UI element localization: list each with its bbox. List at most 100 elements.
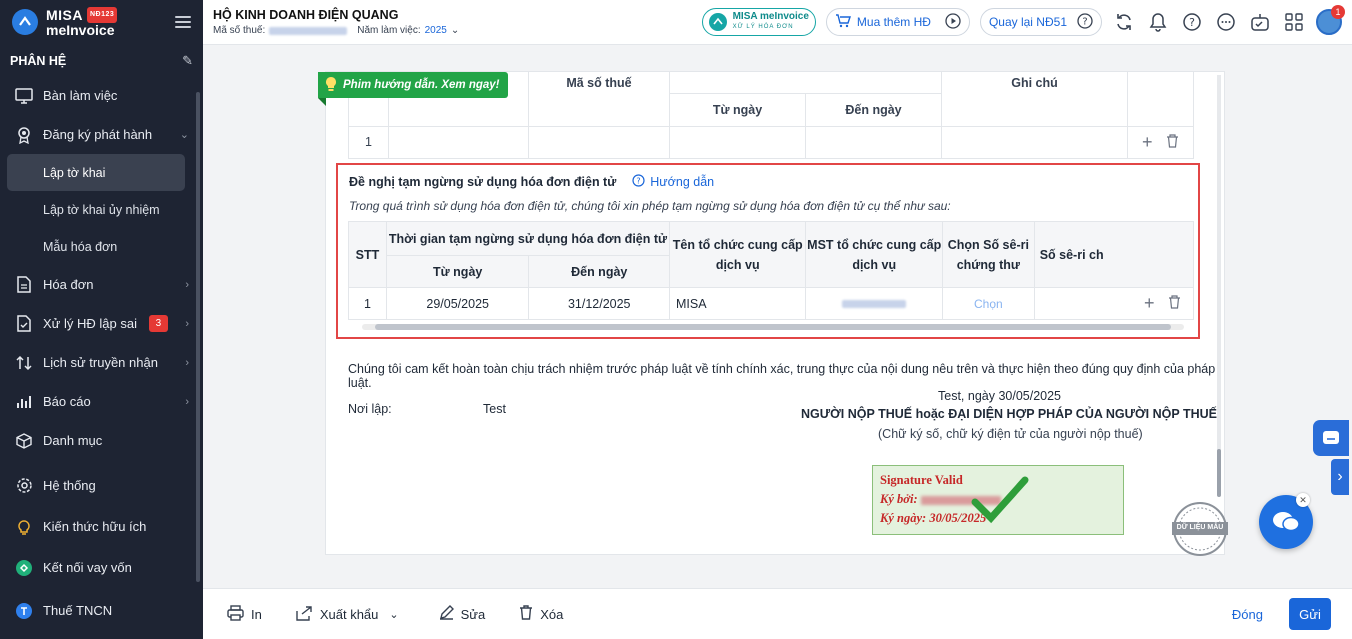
sidebar-item-label: Hệ thống: [43, 478, 96, 493]
signer-note: (Chữ ký số, chữ ký điện tử của người nộp…: [878, 427, 1143, 441]
delete-button[interactable]: Xóa: [519, 605, 563, 623]
sidebar-subitem-invoice-template[interactable]: Mẫu hóa đơn: [0, 228, 203, 265]
guide-link[interactable]: ? Hướng dẫn: [632, 174, 714, 190]
choose-serial-link[interactable]: Chọn: [974, 297, 1003, 311]
sidebar-item-transfer-history[interactable]: Lịch sử truyền nhận ›: [0, 343, 203, 382]
sidebar-item-label: Thuế TNCN: [43, 603, 113, 618]
year-select[interactable]: 2025: [425, 25, 447, 36]
help-icon[interactable]: ?: [1180, 10, 1204, 34]
count-badge: 3: [148, 315, 168, 332]
sidebar-item-registration[interactable]: Đăng ký phát hành ⌄: [0, 115, 203, 154]
declaration-form: Phim hướng dẫn. Xem ngay! Mã số thuế Ghi…: [318, 71, 1225, 555]
chevron-down-icon[interactable]: ⌄: [451, 25, 459, 36]
back-nd51-button[interactable]: Quay lại NĐ51 ?: [979, 8, 1102, 36]
video-guide-tag[interactable]: Phim hướng dẫn. Xem ngay!: [318, 72, 508, 106]
apps-grid-icon[interactable]: [1282, 10, 1306, 34]
signed-date-label: Ký ngày:: [880, 511, 927, 525]
sidebar-item-label: Kiến thức hữu ích: [43, 519, 147, 534]
trash-icon: [519, 605, 533, 623]
action-footer: In Xuất khẩu ⌄ Sửa Xóa Đóng Gửi: [203, 588, 1352, 639]
edit-pencil-icon[interactable]: ✎: [182, 53, 193, 69]
commitment-text: Chúng tôi cam kết hoàn toàn chịu trách n…: [348, 362, 1216, 390]
buy-more-button[interactable]: Mua thêm HĐ: [825, 8, 970, 36]
trash-icon[interactable]: [1168, 295, 1181, 312]
sidebar-item-knowledge[interactable]: Kiến thức hữu ích: [0, 507, 203, 546]
stamp-text: DỮ LIỆU MẪU: [1176, 524, 1224, 531]
provider-tax-masked: [842, 299, 907, 308]
sidebar-item-loan-connect[interactable]: Kết nối vay vốn: [0, 548, 203, 587]
cell-from-date[interactable]: 29/05/2025: [385, 287, 530, 320]
svg-text:?: ?: [1189, 16, 1195, 29]
assistant-icon[interactable]: [1248, 10, 1272, 34]
sidebar-item-workspace[interactable]: Bàn làm việc: [0, 76, 203, 115]
panel-toggle-button[interactable]: ›: [1331, 459, 1349, 495]
cell-provider-name[interactable]: MISA: [668, 287, 807, 320]
chevron-down-icon: ⌄: [389, 608, 399, 621]
sidebar-subitem-delegated-declaration[interactable]: Lập tờ khai ủy nhiệm: [0, 191, 203, 228]
menu-toggle-icon[interactable]: [175, 16, 191, 28]
bell-icon[interactable]: [1146, 10, 1170, 34]
place-value: Test: [483, 402, 506, 416]
tax-code-label: Mã số thuế:: [213, 25, 266, 36]
chat-icon: [1323, 431, 1339, 444]
sidebar-item-label: Đăng ký phát hành: [43, 127, 153, 142]
sidebar-item-fix-invoices[interactable]: Xử lý HĐ lập sai 3 ›: [0, 304, 203, 343]
buy-more-label: Mua thêm HĐ: [856, 15, 931, 29]
form-scrollbar[interactable]: [1217, 75, 1221, 497]
chevron-right-icon: ›: [185, 395, 189, 408]
monitor-icon: [14, 86, 34, 106]
sidebar-item-personal-tax[interactable]: Thuế TNCN: [0, 591, 203, 630]
suspension-section: Đề nghị tạm ngừng sử dụng hóa đơn điện t…: [336, 163, 1200, 339]
cell-to-date[interactable]: 31/12/2025: [528, 287, 670, 320]
close-button[interactable]: Đóng: [1232, 607, 1263, 622]
link-icon: [14, 558, 34, 578]
sidebar-item-invoices[interactable]: Hóa đơn ›: [0, 265, 203, 304]
company-name: HỘ KINH DOANH ĐIỆN QUANG: [213, 8, 399, 22]
sidebar-item-label: Danh mục: [43, 433, 103, 448]
bar-chart-icon: [14, 392, 34, 412]
guide-link-label: Hướng dẫn: [650, 175, 715, 189]
misa-invoice-processing-button[interactable]: MISA meInvoice XỬ LÝ HÓA ĐƠN: [701, 8, 816, 36]
table-cell[interactable]: [805, 125, 942, 159]
sidebar-item-label: Báo cáo: [43, 394, 91, 409]
sidebar-item-reports[interactable]: Báo cáo ›: [0, 382, 203, 421]
table-cell[interactable]: [528, 125, 670, 159]
main-content: Phim hướng dẫn. Xem ngay! Mã số thuế Ghi…: [203, 45, 1352, 588]
close-icon[interactable]: ✕: [1296, 493, 1310, 507]
table-cell[interactable]: [669, 125, 806, 159]
send-button[interactable]: Gửi: [1289, 598, 1331, 630]
trash-icon[interactable]: [1166, 133, 1179, 151]
company-info: HỘ KINH DOANH ĐIỆN QUANG Mã số thuế: Năm…: [203, 8, 459, 36]
table-horizontal-scrollbar[interactable]: [362, 324, 1184, 330]
side-chat-button[interactable]: [1313, 420, 1349, 456]
col-serial-choose: Chọn Số sê-ri chứng thư: [942, 221, 1035, 288]
sidebar-scrollbar[interactable]: [196, 92, 200, 582]
add-row-icon[interactable]: +: [1144, 293, 1155, 313]
misa-pill-subtitle: XỬ LÝ HÓA ĐƠN: [732, 24, 794, 30]
top-bar: HỘ KINH DOANH ĐIỆN QUANG Mã số thuế: Năm…: [203, 0, 1352, 45]
refresh-icon[interactable]: [1112, 10, 1136, 34]
sidebar-item-system[interactable]: Hệ thống: [0, 466, 203, 505]
edit-button[interactable]: Sửa: [439, 605, 485, 623]
scrollbar-thumb[interactable]: [375, 324, 1171, 330]
signer-title: NGƯỜI NỘP THUẾ hoặc ĐẠI DIỆN HỢP PHÁP CỦ…: [801, 407, 1217, 421]
top-table-tax-code-header: Mã số thuế: [528, 72, 670, 127]
video-guide-label: Phim hướng dẫn. Xem ngay!: [343, 79, 500, 91]
add-row-icon[interactable]: +: [1142, 132, 1153, 152]
row-actions: +: [1033, 287, 1195, 320]
export-button[interactable]: Xuất khẩu ⌄: [296, 605, 399, 624]
avatar[interactable]: 1: [1316, 5, 1345, 35]
sidebar-nav: Bàn làm việc Đăng ký phát hành ⌄ Lập tờ …: [0, 76, 203, 630]
sidebar-item-catalog[interactable]: Danh mục: [0, 421, 203, 460]
misa-pill-title: MISA meInvoice: [732, 11, 809, 22]
scrollbar-thumb[interactable]: [1217, 449, 1221, 497]
year-label: Năm làm việc:: [357, 25, 421, 36]
pencil-icon: [439, 605, 454, 623]
sidebar-subitem-declaration[interactable]: Lập tờ khai: [7, 154, 185, 191]
more-icon[interactable]: [1214, 10, 1238, 34]
table-cell[interactable]: [388, 125, 529, 159]
table-cell[interactable]: [941, 125, 1128, 159]
export-label: Xuất khẩu: [319, 606, 379, 622]
print-button[interactable]: In: [227, 604, 262, 624]
cell-choose[interactable]: Chọn: [942, 287, 1035, 320]
